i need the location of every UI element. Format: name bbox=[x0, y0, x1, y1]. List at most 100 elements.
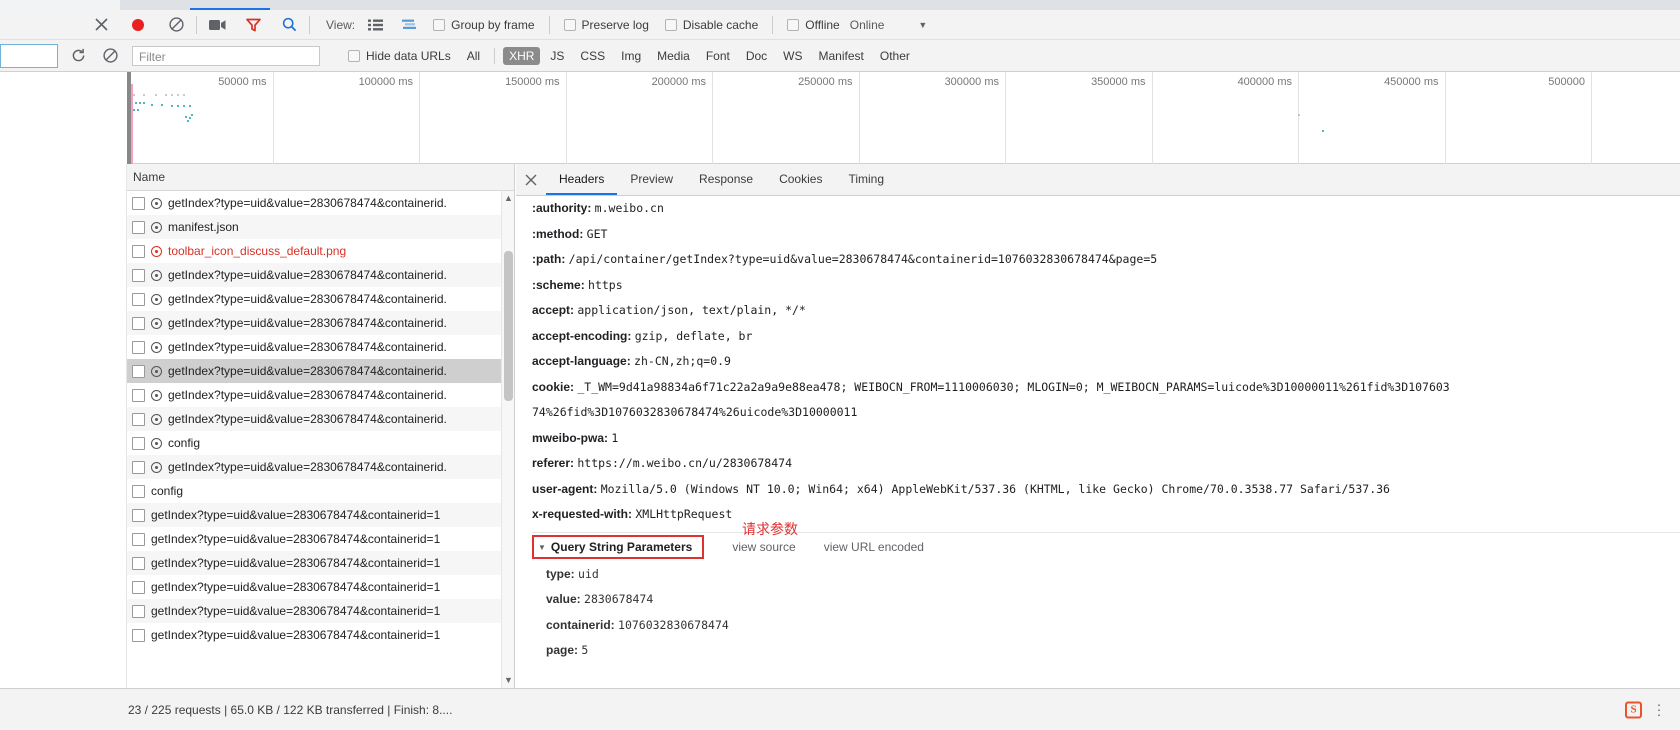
requests-table[interactable]: getIndex?type=uid&value=2830678474&conta… bbox=[127, 191, 514, 688]
filter-type-img[interactable]: Img bbox=[615, 47, 647, 65]
overview-time-cell: 250000 ms bbox=[713, 72, 860, 164]
request-name: getIndex?type=uid&value=2830678474&conta… bbox=[168, 364, 447, 378]
row-checkbox[interactable] bbox=[132, 220, 145, 234]
close-icon[interactable] bbox=[88, 11, 114, 39]
filter-type-xhr[interactable]: XHR bbox=[503, 46, 541, 65]
table-row[interactable]: getIndex?type=uid&value=2830678474&conta… bbox=[127, 551, 514, 575]
tab-headers[interactable]: Headers bbox=[546, 164, 618, 195]
overview-timeline-grid[interactable]: 50000 ms 100000 ms 150000 ms 200000 ms 25000… bbox=[127, 72, 1680, 164]
list-view-icon[interactable] bbox=[361, 11, 389, 39]
record-icon[interactable] bbox=[124, 11, 152, 39]
filter-icon[interactable] bbox=[239, 11, 267, 39]
table-row[interactable]: getIndex?type=uid&value=2830678474&conta… bbox=[127, 287, 514, 311]
search-input[interactable]: Filter bbox=[132, 45, 320, 66]
row-checkbox[interactable] bbox=[132, 388, 145, 402]
row-checkbox[interactable] bbox=[132, 292, 145, 306]
request-name: getIndex?type=uid&value=2830678474&conta… bbox=[151, 580, 441, 594]
table-row[interactable]: getIndex?type=uid&value=2830678474&conta… bbox=[127, 455, 514, 479]
filter-type-all[interactable]: All bbox=[461, 47, 486, 65]
table-row[interactable]: getIndex?type=uid&value=2830678474&conta… bbox=[127, 575, 514, 599]
camera-icon[interactable] bbox=[203, 11, 231, 39]
row-checkbox[interactable] bbox=[132, 484, 145, 498]
tab-cookies[interactable]: Cookies bbox=[766, 164, 835, 195]
reload-icon[interactable] bbox=[64, 42, 92, 70]
overview-request-dot bbox=[155, 94, 157, 96]
waterfall-view-icon[interactable] bbox=[395, 11, 423, 39]
overview-tick-label: 400000 ms bbox=[1237, 76, 1292, 88]
search-icon[interactable] bbox=[275, 11, 303, 39]
table-row[interactable]: manifest.json bbox=[127, 215, 514, 239]
view-source-link[interactable]: view source bbox=[732, 540, 795, 554]
filter-type-ws[interactable]: WS bbox=[777, 47, 808, 65]
column-header-name[interactable]: Name bbox=[127, 164, 514, 191]
block-icon[interactable] bbox=[96, 42, 124, 70]
filter-type-doc[interactable]: Doc bbox=[740, 47, 773, 65]
table-row[interactable]: getIndex?type=uid&value=2830678474&conta… bbox=[127, 503, 514, 527]
chevron-down-icon[interactable]: ▼ bbox=[918, 20, 927, 30]
row-checkbox[interactable] bbox=[132, 316, 145, 330]
header-value: application/json, text/plain, */* bbox=[577, 303, 806, 317]
row-checkbox[interactable] bbox=[132, 556, 145, 570]
table-row[interactable]: getIndex?type=uid&value=2830678474&conta… bbox=[127, 311, 514, 335]
table-row[interactable]: getIndex?type=uid&value=2830678474&conta… bbox=[127, 191, 514, 215]
throttling-value[interactable]: Online bbox=[850, 18, 885, 32]
triangle-down-icon[interactable]: ▼ bbox=[538, 543, 546, 552]
offline-checkbox[interactable]: Offline bbox=[787, 17, 840, 32]
close-details-icon[interactable] bbox=[516, 165, 546, 195]
row-checkbox[interactable] bbox=[132, 508, 145, 522]
vertical-dots-icon[interactable]: ⋮ bbox=[1652, 701, 1666, 718]
clear-icon[interactable] bbox=[162, 11, 190, 39]
requests-scrollbar[interactable]: ▲ ▼ bbox=[501, 191, 514, 688]
address-field[interactable] bbox=[0, 44, 58, 68]
row-checkbox[interactable] bbox=[132, 628, 145, 642]
filter-type-manifest[interactable]: Manifest bbox=[813, 47, 870, 65]
filter-type-css[interactable]: CSS bbox=[574, 47, 611, 65]
header-value-continuation: 74%26fid%3D1076032830678474%26uicode%3D1… bbox=[532, 400, 1680, 426]
filter-type-font[interactable]: Font bbox=[700, 47, 736, 65]
table-row[interactable]: getIndex?type=uid&value=2830678474&conta… bbox=[127, 335, 514, 359]
table-row[interactable]: getIndex?type=uid&value=2830678474&conta… bbox=[127, 407, 514, 431]
table-row[interactable]: getIndex?type=uid&value=2830678474&conta… bbox=[127, 527, 514, 551]
tab-preview[interactable]: Preview bbox=[617, 164, 686, 195]
toolbar-divider-2 bbox=[309, 15, 310, 34]
tab-timing[interactable]: Timing bbox=[835, 164, 897, 195]
table-row[interactable]: config bbox=[127, 479, 514, 503]
table-row[interactable]: config bbox=[127, 431, 514, 455]
row-checkbox[interactable] bbox=[132, 268, 145, 282]
table-row[interactable]: getIndex?type=uid&value=2830678474&conta… bbox=[127, 359, 514, 383]
sogou-badge-icon[interactable]: S bbox=[1625, 701, 1642, 718]
row-checkbox[interactable] bbox=[132, 436, 145, 450]
table-row[interactable]: getIndex?type=uid&value=2830678474&conta… bbox=[127, 383, 514, 407]
filter-type-other[interactable]: Other bbox=[874, 47, 916, 65]
row-checkbox[interactable] bbox=[132, 340, 145, 354]
table-row[interactable]: getIndex?type=uid&value=2830678474&conta… bbox=[127, 263, 514, 287]
hide-data-urls-checkbox[interactable]: Hide data URLs bbox=[348, 49, 451, 63]
tab-response[interactable]: Response bbox=[686, 164, 766, 195]
header-row: :scheme: https bbox=[532, 273, 1680, 299]
disable-cache-checkbox[interactable]: Disable cache bbox=[664, 18, 758, 32]
row-checkbox[interactable] bbox=[132, 196, 145, 210]
qsp-title[interactable]: ▼ Query String Parameters bbox=[532, 535, 705, 559]
overview-request-dot bbox=[187, 120, 189, 122]
view-url-encoded-link[interactable]: view URL encoded bbox=[824, 540, 924, 554]
scrollbar-thumb[interactable] bbox=[504, 251, 513, 401]
filter-type-media[interactable]: Media bbox=[651, 47, 696, 65]
preserve-log-checkbox[interactable]: Preserve log bbox=[563, 18, 649, 32]
table-row[interactable]: getIndex?type=uid&value=2830678474&conta… bbox=[127, 623, 514, 647]
row-checkbox[interactable] bbox=[132, 580, 145, 594]
scroll-down-icon[interactable]: ▼ bbox=[504, 676, 513, 685]
filter-type-js[interactable]: JS bbox=[544, 47, 570, 65]
row-checkbox[interactable] bbox=[132, 604, 145, 618]
row-checkbox[interactable] bbox=[132, 412, 145, 426]
table-row[interactable]: toolbar_icon_discuss_default.png bbox=[127, 239, 514, 263]
table-row[interactable]: getIndex?type=uid&value=2830678474&conta… bbox=[127, 599, 514, 623]
group-by-frame-checkbox[interactable]: Group by frame bbox=[433, 18, 535, 32]
row-checkbox[interactable] bbox=[132, 244, 145, 258]
scroll-up-icon[interactable]: ▲ bbox=[504, 194, 513, 203]
overview-time-cell: 300000 ms bbox=[860, 72, 1006, 164]
row-checkbox[interactable] bbox=[132, 532, 145, 546]
row-checkbox[interactable] bbox=[132, 460, 145, 474]
request-type-icon bbox=[151, 317, 162, 329]
offline-label: Offline bbox=[805, 17, 840, 32]
row-checkbox[interactable] bbox=[132, 364, 145, 378]
